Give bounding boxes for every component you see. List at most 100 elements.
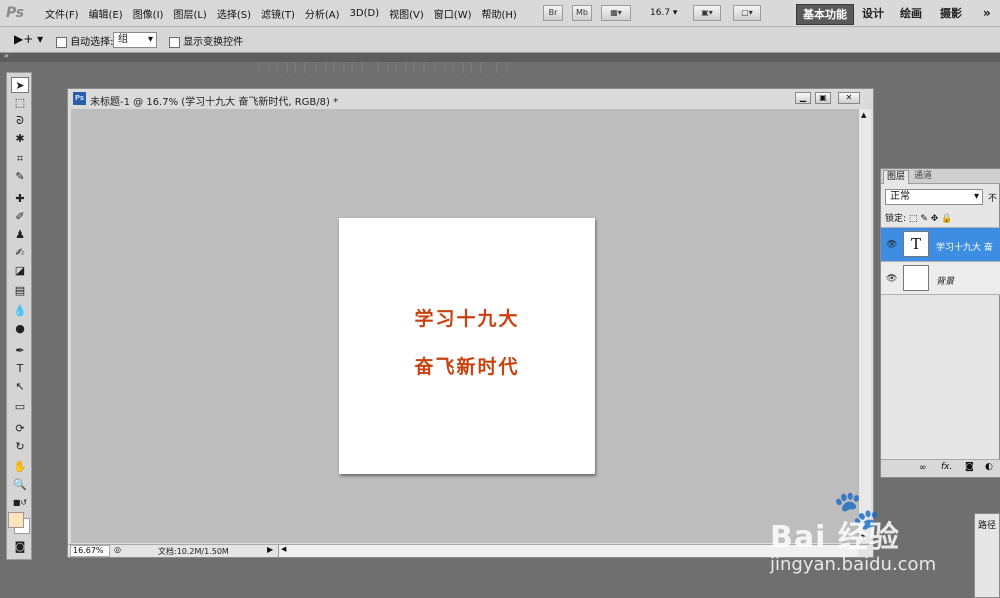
- zoom-field[interactable]: 16.67%: [70, 545, 110, 557]
- type-tool-icon[interactable]: T: [11, 361, 29, 377]
- menu-window[interactable]: 窗口(W): [429, 6, 477, 21]
- distribute-left-icon[interactable]: [434, 61, 446, 73]
- distribute-bottom-icon[interactable]: [413, 61, 425, 73]
- layer-name[interactable]: 背景: [936, 274, 954, 287]
- blur-tool-icon[interactable]: 💧: [11, 303, 29, 319]
- close-button[interactable]: ✕: [838, 92, 860, 104]
- workspace-photography[interactable]: 摄影: [934, 4, 968, 23]
- zoom-tool-icon[interactable]: 🔍: [11, 477, 29, 493]
- layer-row-text[interactable]: 👁 T 学习十九大 奋: [881, 227, 1000, 261]
- clone-stamp-tool-icon[interactable]: ♟: [11, 227, 29, 243]
- tab-layers[interactable]: 图层: [883, 170, 910, 184]
- workspace-more-icon[interactable]: »: [983, 6, 991, 20]
- minibridge-button[interactable]: Mb: [572, 5, 592, 21]
- align-hcenter-icon[interactable]: [333, 61, 345, 73]
- fx-icon[interactable]: fx.: [941, 462, 952, 472]
- arrange-documents-button[interactable]: ▣▾: [693, 5, 721, 21]
- document-titlebar[interactable]: Ps 未标题-1 @ 16.7% (学习十九大 奋飞新时代, RGB/8) * …: [68, 89, 873, 109]
- scroll-left-icon[interactable]: ◀: [281, 545, 286, 553]
- workspace-design[interactable]: 设计: [856, 4, 890, 23]
- opacity-label: 不: [988, 194, 998, 204]
- align-left-icon[interactable]: [315, 61, 327, 73]
- move-tool-icon[interactable]: ➤: [11, 77, 29, 93]
- options-bar: ▶+ ▾ 自动选择: 组 ▾ 显示变换控件: [0, 27, 1000, 73]
- lock-position-icon[interactable]: ✥: [931, 214, 939, 224]
- visibility-eye-icon[interactable]: 👁: [886, 274, 897, 284]
- swap-colors-icon[interactable]: ■↺: [11, 495, 29, 511]
- adjustment-icon[interactable]: ◐: [985, 462, 993, 472]
- lock-transparency-icon[interactable]: ⬚: [909, 214, 918, 224]
- ps-document-icon: Ps: [73, 92, 86, 105]
- link-icon[interactable]: ∞: [919, 463, 927, 473]
- menu-analysis[interactable]: 分析(A): [300, 6, 345, 21]
- foreground-color-swatch[interactable]: [8, 512, 24, 528]
- canvas-workspace[interactable]: 学习十九大 奋飞新时代: [71, 109, 858, 543]
- menu-layer[interactable]: 图层(L): [168, 6, 211, 21]
- align-top-icon[interactable]: [258, 61, 270, 73]
- visibility-eye-icon[interactable]: 👁: [886, 240, 897, 250]
- eyedropper-tool-icon[interactable]: ✎: [11, 169, 29, 185]
- marquee-tool-icon[interactable]: ⬚: [11, 95, 29, 111]
- 3d-orbit-tool-icon[interactable]: ↻: [11, 439, 29, 455]
- workspace-essentials[interactable]: 基本功能: [796, 4, 854, 25]
- eraser-tool-icon[interactable]: ◪: [11, 263, 29, 279]
- vertical-scrollbar[interactable]: ▲ ▼: [858, 109, 871, 543]
- minimize-button[interactable]: ▁: [795, 92, 811, 104]
- restore-button[interactable]: ▣: [815, 92, 831, 104]
- gradient-tool-icon[interactable]: ▤: [11, 283, 29, 299]
- status-menu-icon[interactable]: ◎: [114, 545, 121, 554]
- magic-wand-tool-icon[interactable]: ✱: [11, 131, 29, 147]
- zoom-level-select[interactable]: 16.7 ▾: [650, 8, 677, 18]
- canvas[interactable]: 学习十九大 奋飞新时代: [339, 218, 595, 474]
- crop-tool-icon[interactable]: ⌗: [11, 151, 29, 167]
- quick-mask-icon[interactable]: ◙: [11, 539, 29, 555]
- screen-mode-button[interactable]: ▢▾: [733, 5, 761, 21]
- move-tool-preset-icon[interactable]: ▶+ ▾: [14, 32, 43, 46]
- lock-all-icon[interactable]: 🔒: [941, 214, 952, 224]
- layer-name[interactable]: 学习十九大 奋: [936, 240, 993, 253]
- distribute-hcenter-icon[interactable]: [452, 61, 464, 73]
- menu-help[interactable]: 帮助(H): [477, 6, 522, 21]
- align-bottom-icon[interactable]: [294, 61, 306, 73]
- lasso-tool-icon[interactable]: ᘐ: [11, 113, 29, 129]
- mask-icon[interactable]: ◙: [965, 462, 974, 472]
- tab-channels[interactable]: 通道: [911, 170, 935, 183]
- hand-tool-icon[interactable]: ✋: [11, 459, 29, 475]
- align-right-icon[interactable]: [351, 61, 363, 73]
- expand-arrows-icon[interactable]: »: [4, 51, 9, 60]
- layers-panel-tabs: 图层 通道: [881, 169, 1000, 184]
- tab-paths[interactable]: 路径: [978, 518, 996, 531]
- pen-tool-icon[interactable]: ✒: [11, 343, 29, 359]
- auto-align-icon[interactable]: [496, 61, 508, 73]
- menu-select[interactable]: 选择(S): [212, 6, 256, 21]
- lock-pixels-icon[interactable]: ✎: [920, 214, 928, 224]
- path-selection-tool-icon[interactable]: ↖: [11, 379, 29, 395]
- blend-mode-select[interactable]: 正常 ▾: [885, 189, 983, 205]
- view-extras-button[interactable]: ▦▾: [601, 5, 631, 21]
- scroll-up-icon[interactable]: ▲: [861, 111, 866, 119]
- auto-select-checkbox[interactable]: 自动选择:: [56, 33, 114, 48]
- 3d-rotate-tool-icon[interactable]: ⟳: [11, 421, 29, 437]
- menu-filter[interactable]: 滤镜(T): [256, 6, 300, 21]
- healing-brush-tool-icon[interactable]: ✚: [11, 191, 29, 207]
- menu-file[interactable]: 文件(F): [40, 6, 84, 21]
- distribute-top-icon[interactable]: [377, 61, 389, 73]
- menu-edit[interactable]: 编辑(E): [84, 6, 128, 21]
- align-vcenter-icon[interactable]: [276, 61, 288, 73]
- rectangle-tool-icon[interactable]: ▭: [11, 399, 29, 415]
- bridge-button[interactable]: Br: [543, 5, 563, 21]
- auto-select-dropdown[interactable]: 组 ▾: [113, 32, 157, 48]
- layer-row-background[interactable]: 👁 背景: [881, 261, 1000, 295]
- lock-row: 锁定: ⬚ ✎ ✥ 🔒: [885, 211, 952, 224]
- history-brush-tool-icon[interactable]: ✍: [11, 245, 29, 261]
- dodge-tool-icon[interactable]: ●: [11, 321, 29, 337]
- distribute-vcenter-icon[interactable]: [395, 61, 407, 73]
- show-transform-checkbox[interactable]: 显示变换控件: [169, 33, 243, 48]
- distribute-right-icon[interactable]: [470, 61, 482, 73]
- menu-image[interactable]: 图像(I): [128, 6, 169, 21]
- status-arrow-icon[interactable]: ▶: [267, 545, 273, 554]
- brush-tool-icon[interactable]: ✐: [11, 209, 29, 225]
- menu-3d[interactable]: 3D(D): [345, 8, 385, 19]
- workspace-painting[interactable]: 绘画: [894, 4, 928, 23]
- menu-view[interactable]: 视图(V): [384, 6, 429, 21]
